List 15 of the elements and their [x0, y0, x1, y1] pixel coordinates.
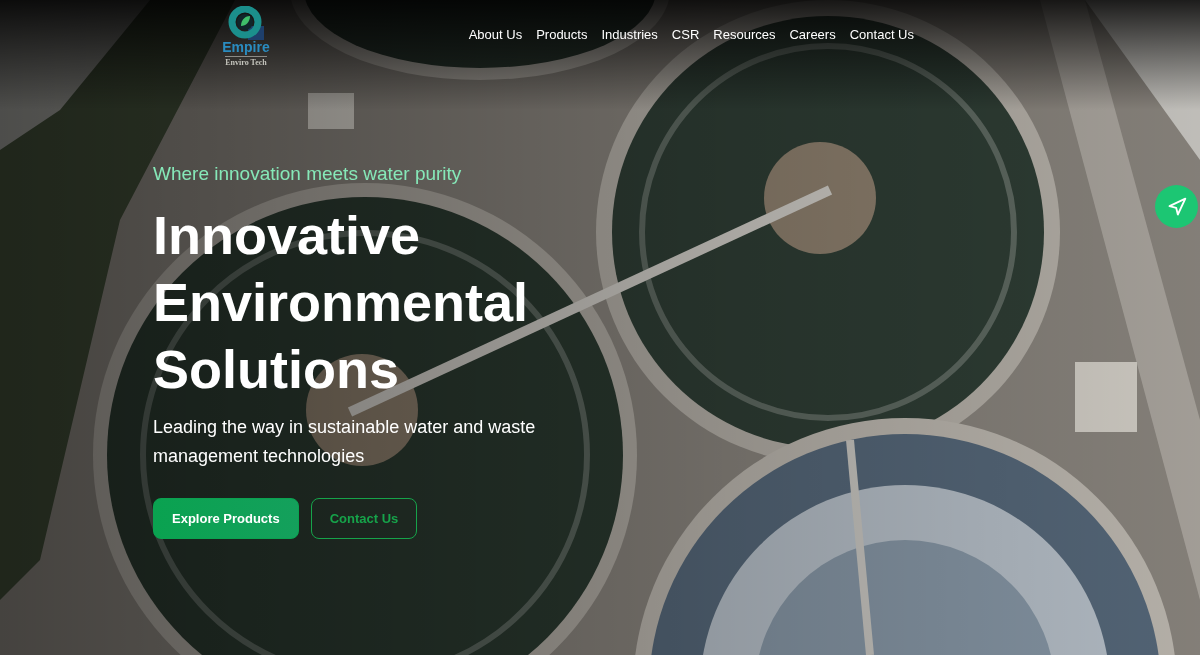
nav-link[interactable]: Careers — [789, 27, 836, 43]
nav-link[interactable]: Contact Us — [849, 27, 914, 43]
nav-link[interactable]: Resources — [713, 27, 776, 43]
leaf-emblem-icon — [228, 6, 264, 40]
hero-subtitle: Leading the way in sustainable water and waste management technologies — [153, 416, 537, 468]
hero-eyebrow: Where innovation meets water purity — [153, 163, 462, 185]
logo-tagline: Enviro Tech — [225, 56, 267, 67]
logo-name: Empire — [222, 40, 270, 54]
contact-button[interactable]: Contact Us — [310, 498, 418, 539]
nav-link[interactable]: Industries — [601, 27, 658, 43]
nav-link[interactable]: CSR — [671, 27, 700, 43]
nav-link[interactable]: Products — [536, 27, 588, 43]
navigation-arrow-icon — [1166, 196, 1187, 217]
hero-title: Innovative Environmental Solutions — [153, 204, 530, 401]
nav-link[interactable]: About Us — [468, 27, 523, 43]
